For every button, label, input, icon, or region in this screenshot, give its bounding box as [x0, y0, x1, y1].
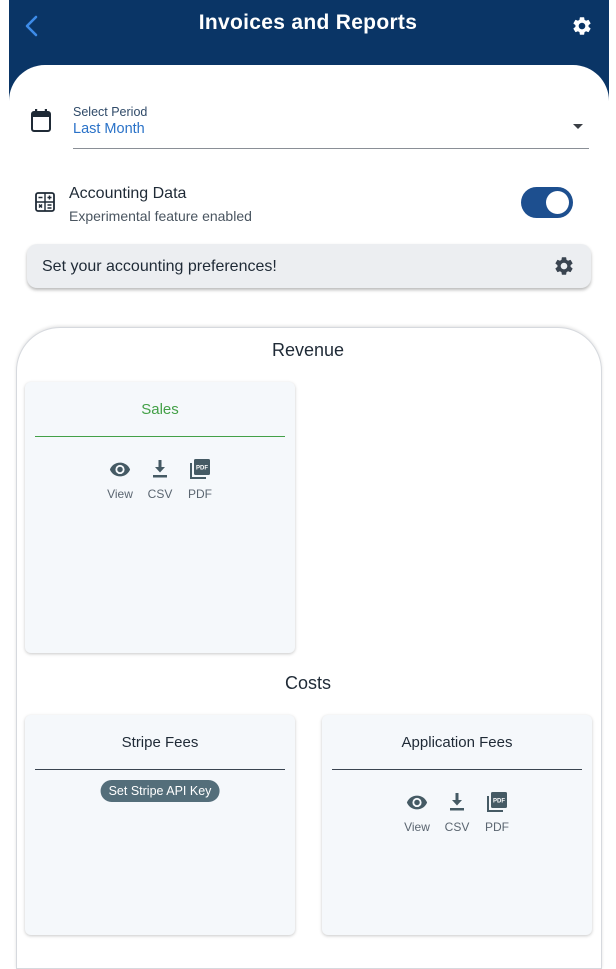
- view-label: View: [107, 487, 133, 501]
- toggle-knob: [546, 191, 569, 214]
- pdf-label: PDF: [188, 487, 212, 501]
- application-fees-card: Application Fees View CSV PDF PDF: [322, 715, 592, 935]
- sales-csv-button[interactable]: CSV: [144, 458, 176, 501]
- gear-icon: [555, 257, 573, 275]
- revenue-section-title: Revenue: [271, 340, 345, 360]
- view-label: View: [404, 820, 430, 834]
- sales-view-button[interactable]: View: [104, 458, 136, 501]
- sales-card-title: Sales: [141, 401, 179, 418]
- csv-label: CSV: [444, 820, 470, 834]
- page-title: Invoices and Reports: [198, 11, 418, 34]
- svg-text:PDF: PDF: [196, 466, 208, 472]
- gear-icon: [573, 17, 591, 35]
- pdf-icon: PDF: [190, 459, 210, 479]
- back-icon: [25, 15, 38, 37]
- application-fees-card-divider: [332, 769, 582, 770]
- application-fees-csv-button[interactable]: CSV: [441, 791, 473, 834]
- pdf-icon: PDF: [487, 792, 507, 812]
- application-fees-pdf-button[interactable]: PDF PDF: [481, 791, 513, 834]
- period-select-value: Last Month: [73, 121, 145, 137]
- accounting-title: Accounting Data: [69, 185, 187, 202]
- sales-card: Sales View CSV PDF PDF: [25, 382, 295, 653]
- application-fees-view-button[interactable]: View: [401, 791, 433, 834]
- stripe-fees-card-divider: [35, 769, 285, 770]
- svg-text:PDF: PDF: [493, 799, 505, 805]
- set-stripe-api-key-button[interactable]: Set Stripe API Key: [100, 780, 220, 802]
- csv-label: CSV: [147, 487, 173, 501]
- stripe-fees-card: Stripe Fees Set Stripe API Key: [25, 715, 295, 935]
- calculator-icon: [35, 192, 55, 212]
- accounting-preferences-button[interactable]: Set your accounting preferences!: [27, 244, 591, 288]
- settings-button[interactable]: [568, 12, 596, 40]
- eye-icon: [406, 795, 428, 810]
- download-icon: [153, 460, 167, 478]
- back-button[interactable]: [18, 12, 46, 40]
- accounting-toggle[interactable]: [521, 187, 573, 218]
- calendar-icon: [31, 109, 51, 132]
- period-select[interactable]: Select Period Last Month: [73, 104, 589, 149]
- dropdown-arrow-icon: [573, 124, 583, 129]
- accounting-subtitle: Experimental feature enabled: [69, 208, 252, 224]
- costs-section-title: Costs: [284, 673, 331, 693]
- period-select-label: Select Period: [73, 105, 148, 119]
- stripe-fees-card-title: Stripe Fees: [121, 734, 199, 751]
- eye-icon: [109, 462, 131, 477]
- download-icon: [450, 793, 464, 811]
- application-fees-card-title: Application Fees: [401, 734, 513, 751]
- preferences-label: Set your accounting preferences!: [42, 258, 277, 275]
- pdf-label: PDF: [485, 820, 509, 834]
- sales-actions: View CSV PDF PDF: [25, 458, 295, 501]
- application-fees-actions: View CSV PDF PDF: [322, 791, 592, 834]
- sales-card-divider: [35, 436, 285, 437]
- sales-pdf-button[interactable]: PDF PDF: [184, 458, 216, 501]
